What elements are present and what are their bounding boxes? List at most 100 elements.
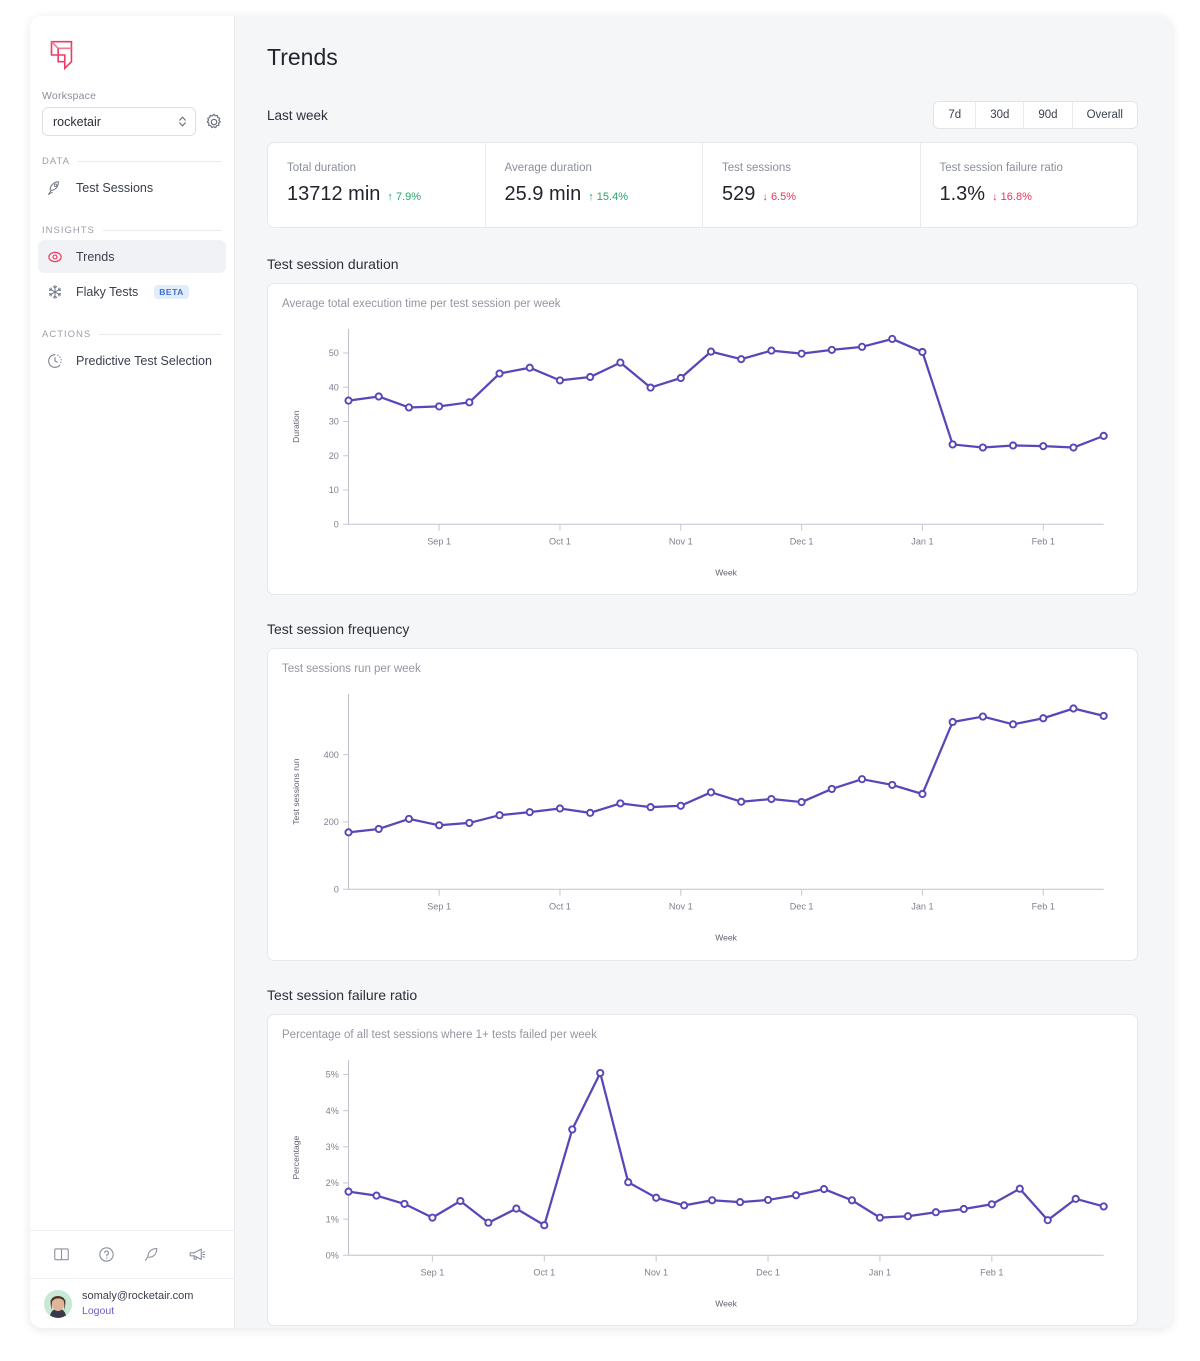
data-point[interactable] [933,1209,939,1215]
data-point[interactable] [768,796,774,802]
data-point[interactable] [587,810,593,816]
megaphone-icon[interactable] [187,1245,206,1264]
sidebar-item-test-sessions[interactable]: Test Sessions [38,171,226,204]
data-point[interactable] [765,1196,771,1202]
book-icon[interactable] [52,1245,71,1264]
data-point[interactable] [738,356,744,362]
main-content: Trends Last week 7d 30d 90d Overall Tota… [235,16,1172,1328]
data-point[interactable] [345,830,351,836]
data-point[interactable] [466,399,472,405]
data-point[interactable] [1010,722,1016,728]
sidebar-item-flaky-tests[interactable]: Flaky Tests BETA [38,275,226,308]
data-point[interactable] [829,786,835,792]
data-point[interactable] [436,822,442,828]
sidebar-item-trends[interactable]: Trends [38,240,226,273]
data-point[interactable] [401,1200,407,1206]
data-point[interactable] [989,1201,995,1207]
data-point[interactable] [1073,1195,1079,1201]
data-point[interactable] [541,1222,547,1228]
data-point[interactable] [376,393,382,399]
data-point[interactable] [678,803,684,809]
data-point[interactable] [793,1192,799,1198]
data-point[interactable] [617,359,623,365]
feather-icon[interactable] [142,1245,161,1264]
data-point[interactable] [678,375,684,381]
data-point[interactable] [1101,1203,1107,1209]
data-point[interactable] [950,441,956,447]
data-point[interactable] [569,1126,575,1132]
data-point[interactable] [376,826,382,832]
data-point[interactable] [889,336,895,342]
range-option-overall[interactable]: Overall [1072,102,1137,128]
data-point[interactable] [919,349,925,355]
data-point[interactable] [768,347,774,353]
help-circle-icon[interactable] [97,1245,116,1264]
user-row[interactable]: somaly@rocketair.com Logout [30,1278,234,1328]
data-point[interactable] [859,776,865,782]
data-point[interactable] [406,404,412,410]
data-point[interactable] [980,444,986,450]
data-point[interactable] [373,1192,379,1198]
data-point[interactable] [961,1205,967,1211]
range-option-7d[interactable]: 7d [934,102,975,128]
data-point[interactable] [557,377,563,383]
sidebar-item-predictive-test-selection[interactable]: Predictive Test Selection [38,344,226,377]
data-point[interactable] [849,1197,855,1203]
x-tick-label: Oct 1 [549,902,571,912]
data-point[interactable] [647,804,653,810]
data-point[interactable] [485,1219,491,1225]
data-point[interactable] [1070,444,1076,450]
data-point[interactable] [527,809,533,815]
data-point[interactable] [681,1202,687,1208]
data-point[interactable] [345,397,351,403]
data-point[interactable] [829,347,835,353]
data-point[interactable] [799,351,805,357]
data-point[interactable] [799,799,805,805]
data-point[interactable] [597,1070,603,1076]
data-point[interactable] [1017,1185,1023,1191]
data-point[interactable] [1070,706,1076,712]
data-point[interactable] [457,1198,463,1204]
data-point[interactable] [406,816,412,822]
data-point[interactable] [1101,433,1107,439]
sidebar-item-label: Test Sessions [76,181,153,195]
data-point[interactable] [905,1213,911,1219]
data-point[interactable] [345,1188,351,1194]
data-point[interactable] [429,1214,435,1220]
logout-link[interactable]: Logout [82,1304,193,1318]
data-point[interactable] [496,370,502,376]
data-point[interactable] [889,782,895,788]
data-point[interactable] [587,374,593,380]
data-point[interactable] [980,714,986,720]
data-point[interactable] [708,790,714,796]
data-point[interactable] [950,719,956,725]
workspace-select[interactable]: rocketair [42,107,196,136]
gear-icon[interactable] [204,112,224,132]
data-point[interactable] [647,384,653,390]
data-point[interactable] [919,791,925,797]
data-point[interactable] [436,403,442,409]
app-logo-icon[interactable] [42,36,80,74]
data-point[interactable] [496,812,502,818]
data-point[interactable] [821,1186,827,1192]
data-point[interactable] [1101,713,1107,719]
data-point[interactable] [466,820,472,826]
data-point[interactable] [617,801,623,807]
data-point[interactable] [708,349,714,355]
data-point[interactable] [1010,442,1016,448]
range-option-90d[interactable]: 90d [1023,102,1071,128]
data-point[interactable] [709,1197,715,1203]
data-point[interactable] [859,344,865,350]
data-point[interactable] [513,1205,519,1211]
range-option-30d[interactable]: 30d [975,102,1023,128]
data-point[interactable] [1045,1217,1051,1223]
data-point[interactable] [625,1179,631,1185]
data-point[interactable] [557,806,563,812]
data-point[interactable] [527,365,533,371]
data-point[interactable] [653,1194,659,1200]
data-point[interactable] [1040,443,1046,449]
data-point[interactable] [1040,715,1046,721]
data-point[interactable] [738,799,744,805]
data-point[interactable] [737,1199,743,1205]
data-point[interactable] [877,1214,883,1220]
